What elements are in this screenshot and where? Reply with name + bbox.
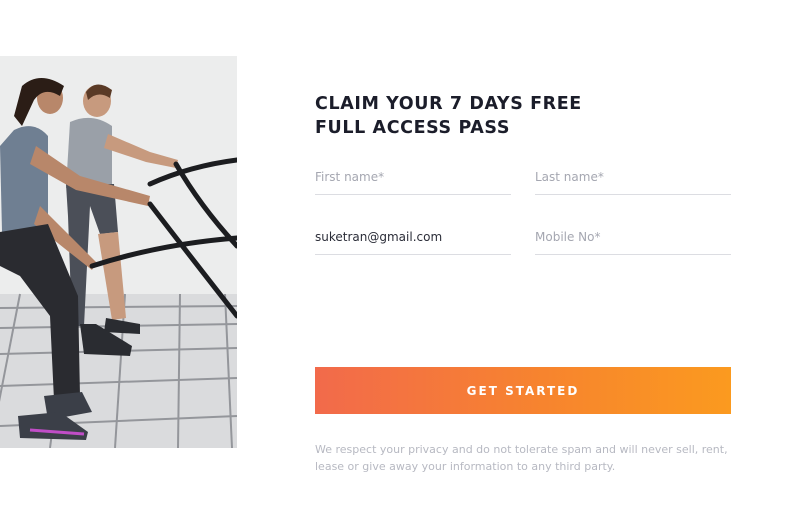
mobile-field	[535, 226, 731, 255]
mobile-input[interactable]	[535, 226, 731, 248]
last-name-field	[535, 166, 731, 195]
title-line-1: CLAIM YOUR 7 DAYS FREE	[315, 94, 582, 114]
email-input[interactable]	[315, 226, 511, 248]
signup-panel: CLAIM YOUR 7 DAYS FREE FULL ACCESS PASS …	[315, 92, 731, 473]
battle-ropes-workout-image	[0, 56, 237, 448]
hero-photo	[0, 56, 237, 448]
first-name-input[interactable]	[315, 166, 511, 188]
first-name-field	[315, 166, 511, 195]
page-title: CLAIM YOUR 7 DAYS FREE FULL ACCESS PASS	[315, 92, 731, 140]
get-started-button[interactable]: GET STARTED	[315, 367, 731, 414]
privacy-note: We respect your privacy and do not toler…	[315, 443, 728, 473]
email-field	[315, 226, 511, 255]
last-name-input[interactable]	[535, 166, 731, 188]
title-line-2: FULL ACCESS PASS	[315, 118, 511, 138]
